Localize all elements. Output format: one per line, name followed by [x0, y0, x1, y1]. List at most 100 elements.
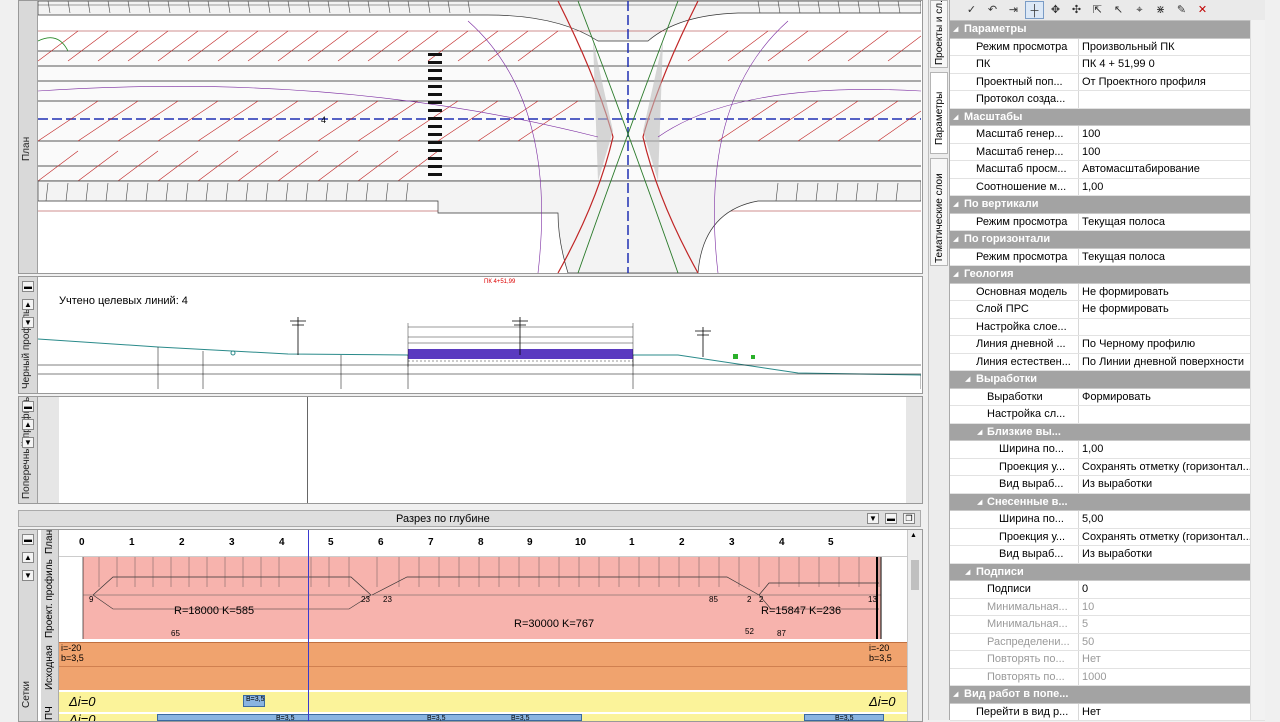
property-value[interactable]: ПК 4 + 51,99 0	[1079, 56, 1265, 73]
move-icon[interactable]: ✥	[1046, 1, 1065, 19]
property-value[interactable]: 100	[1079, 144, 1265, 161]
property-row[interactable]: Протокол созда...	[950, 91, 1265, 109]
property-section-header[interactable]: По горизонтали	[950, 231, 1265, 249]
grid-scrollbar[interactable]: ▲	[907, 530, 922, 721]
grid-scrollbar-up[interactable]: ▲	[910, 532, 917, 539]
property-row[interactable]: Ширина по... 1,00	[950, 441, 1265, 459]
depth-minimize-button[interactable]: ▬	[885, 513, 897, 524]
tab-parameters[interactable]: Параметры	[930, 72, 948, 154]
property-section-header[interactable]: Параметры	[950, 21, 1265, 39]
property-value[interactable]: Автомасштабирование	[1079, 161, 1265, 178]
property-value[interactable]: Не формировать	[1079, 301, 1265, 318]
property-value[interactable]: Произвольный ПК	[1079, 39, 1265, 56]
property-row[interactable]: Слой ПРС Не формировать	[950, 301, 1265, 319]
grid-scroll-up-button[interactable]: ▲	[22, 552, 34, 563]
property-row[interactable]: Повторять по... Нет	[950, 651, 1265, 669]
profile-scroll-down-button[interactable]: ▼	[22, 317, 34, 328]
property-row[interactable]: ПК ПК 4 + 51,99 0	[950, 56, 1265, 74]
property-row[interactable]: Повторять по... 1000	[950, 668, 1265, 686]
grid-pane[interactable]: Сетки ▬ ▲ ▼ План Проект. профиль Исходна…	[18, 529, 923, 722]
profile-scroll-up-button[interactable]: ▲	[22, 299, 34, 310]
property-value[interactable]: Нет	[1079, 651, 1265, 668]
properties-scrollbar[interactable]	[1250, 20, 1265, 720]
property-value[interactable]: От Проектного профиля	[1079, 74, 1265, 91]
cross-section-pane[interactable]: Поперечный профиль ▬ ▲ ▼	[18, 396, 923, 504]
property-section-header[interactable]: Вид работ в попе...	[950, 686, 1265, 704]
property-value[interactable]: 1,00	[1079, 441, 1265, 458]
check-icon[interactable]: ✓	[962, 1, 981, 19]
property-value[interactable]: 1,00	[1079, 179, 1265, 196]
property-section-header[interactable]: Снесенные в...	[950, 493, 1265, 511]
profile-collapse-button[interactable]: ▬	[22, 281, 34, 292]
property-value[interactable]: 5,00	[1079, 511, 1265, 528]
grid-collapse-button[interactable]: ▬	[22, 534, 34, 545]
profile-pane[interactable]: Черный профиль ▬ ▲ ▼ Учтено целевых лини…	[18, 276, 923, 394]
station-cursor[interactable]	[308, 530, 309, 721]
plan-pane[interactable]: План 4	[18, 0, 923, 274]
property-row[interactable]: Вид выраб... Из выработки	[950, 546, 1265, 564]
grid-scroll-down-button[interactable]: ▼	[22, 570, 34, 581]
property-section-header[interactable]: Подписи	[950, 563, 1265, 581]
property-row[interactable]: Линия естествен... По Линии дневной повер…	[950, 353, 1265, 371]
cross-collapse-button[interactable]: ▬	[22, 401, 34, 412]
property-row[interactable]: Выработки Формировать	[950, 388, 1265, 406]
tab-thematic-layers[interactable]: Тематические слои	[930, 158, 948, 266]
property-value[interactable]: Сохранять отметку (горизонтал...	[1079, 529, 1265, 546]
select-icon[interactable]: ⇱	[1088, 1, 1107, 19]
property-value[interactable]: 10	[1079, 599, 1265, 616]
property-value[interactable]	[1079, 319, 1265, 336]
property-row[interactable]: Проекция у... Сохранять отметку (горизонт…	[950, 458, 1265, 476]
property-value[interactable]: Текущая полоса	[1079, 249, 1265, 266]
property-value[interactable]: По Линии дневной поверхности	[1079, 354, 1265, 371]
depth-restore-button[interactable]: ❐	[903, 513, 915, 524]
property-value[interactable]: 0	[1079, 581, 1265, 598]
next-icon[interactable]: ⇥	[1004, 1, 1023, 19]
grid-scrollbar-thumb[interactable]	[911, 560, 919, 590]
property-row[interactable]: Подписи 0	[950, 581, 1265, 599]
property-row[interactable]: Масштаб генер... 100	[950, 126, 1265, 144]
property-value[interactable]: Сохранять отметку (горизонтал...	[1079, 459, 1265, 476]
pan-icon[interactable]: ✣	[1067, 1, 1086, 19]
property-row[interactable]: Линия дневной ... По Черному профилю	[950, 336, 1265, 354]
node-icon[interactable]: ⋇	[1151, 1, 1170, 19]
property-value[interactable]: Из выработки	[1079, 546, 1265, 563]
property-row[interactable]: Настройка слое...	[950, 318, 1265, 336]
property-section-header[interactable]: Выработки	[950, 371, 1265, 389]
property-section-header[interactable]: Близкие вы...	[950, 423, 1265, 441]
property-row[interactable]: Настройка сл...	[950, 406, 1265, 424]
property-row[interactable]: Режим просмотра Текущая полоса	[950, 248, 1265, 266]
property-row[interactable]: Вид выраб... Из выработки	[950, 476, 1265, 494]
property-row[interactable]: Распределени... 50	[950, 633, 1265, 651]
property-value[interactable]: Из выработки	[1079, 476, 1265, 493]
tab-projects-layers[interactable]: Проекты и сл...	[930, 0, 948, 68]
property-value[interactable]: 100	[1079, 126, 1265, 143]
property-value[interactable]	[1079, 91, 1265, 108]
property-value[interactable]: 1000	[1079, 669, 1265, 686]
property-section-header[interactable]: По вертикали	[950, 196, 1265, 214]
property-row[interactable]: Режим просмотра Произвольный ПК	[950, 38, 1265, 56]
cross-scroll-up-button[interactable]: ▲	[22, 419, 34, 430]
property-row[interactable]: Ширина по... 5,00	[950, 511, 1265, 529]
property-value[interactable]: Текущая полоса	[1079, 214, 1265, 231]
property-row[interactable]: Основная модель Не формировать	[950, 283, 1265, 301]
property-row[interactable]: Масштаб просм... Автомасштабирование	[950, 161, 1265, 179]
property-section-header[interactable]: Геология	[950, 266, 1265, 284]
property-value[interactable]: По Черному профилю	[1079, 336, 1265, 353]
plan-drawing[interactable]: 4	[38, 1, 921, 273]
property-section-header[interactable]: Масштабы	[950, 108, 1265, 126]
undo-icon[interactable]: ↶	[983, 1, 1002, 19]
property-value[interactable]: Нет	[1079, 704, 1265, 721]
property-row[interactable]: Минимальная... 10	[950, 598, 1265, 616]
cross-scroll-down-button[interactable]: ▼	[22, 437, 34, 448]
property-row[interactable]: Масштаб генер... 100	[950, 143, 1265, 161]
property-value[interactable]: Формировать	[1079, 389, 1265, 406]
snap-icon[interactable]: ⌖	[1130, 1, 1149, 19]
depth-dropdown-button[interactable]: ▼	[867, 513, 879, 524]
close-icon[interactable]: ✕	[1193, 1, 1212, 19]
property-row[interactable]: Проектный поп... От Проектного профиля	[950, 73, 1265, 91]
pointer-icon[interactable]: ↖	[1109, 1, 1128, 19]
property-row[interactable]: Перейти в вид р... Нет	[950, 703, 1265, 721]
property-row[interactable]: Минимальная... 5	[950, 616, 1265, 634]
property-value[interactable]	[1079, 406, 1265, 423]
crosshair-icon[interactable]: ┼	[1025, 1, 1044, 19]
